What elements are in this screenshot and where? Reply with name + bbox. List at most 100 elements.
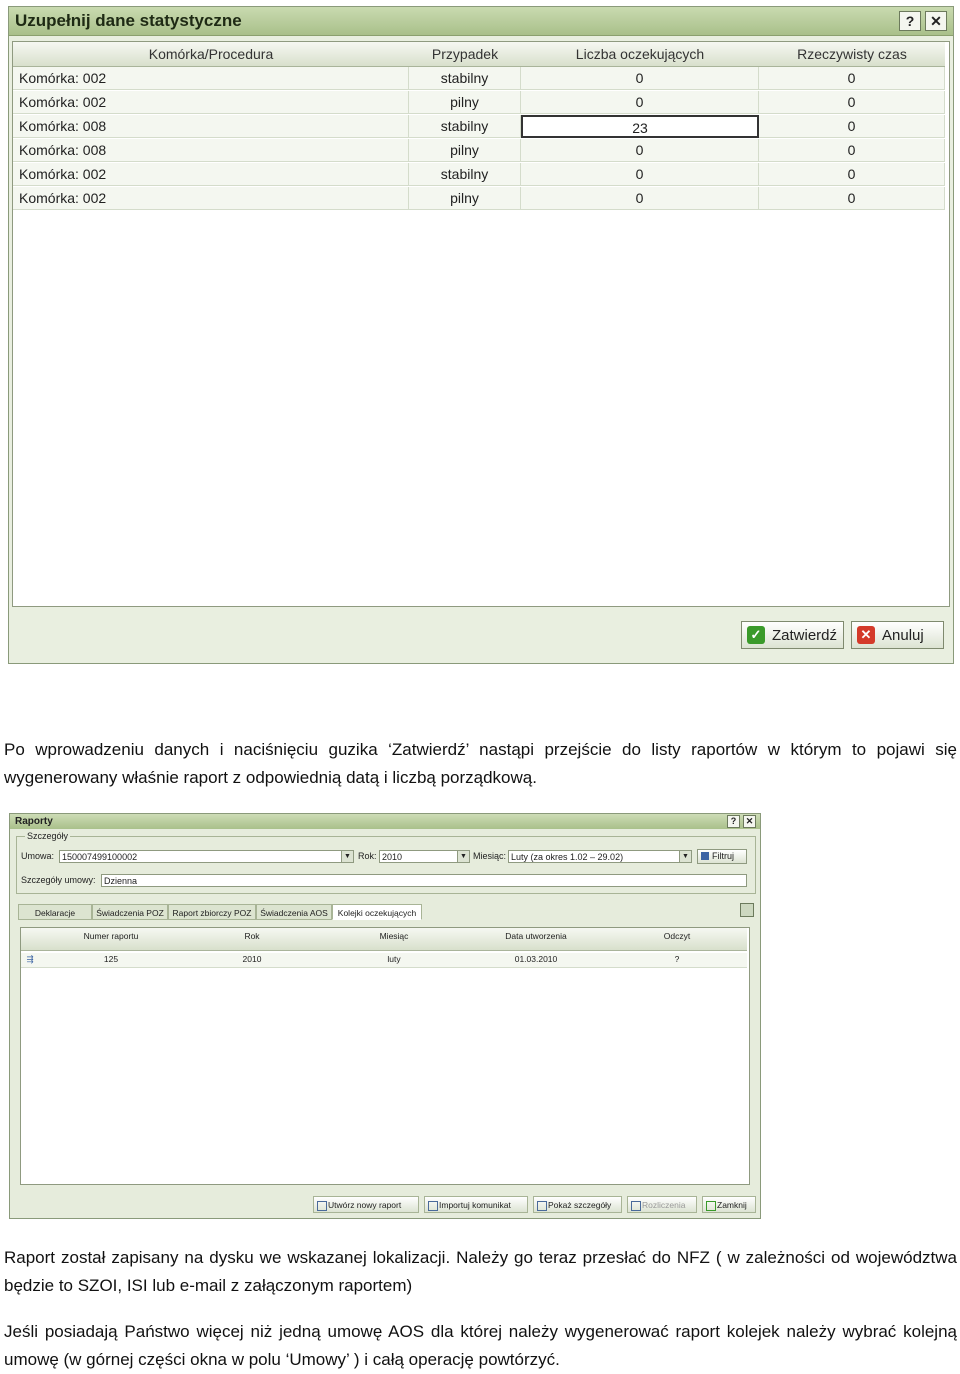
column-header-read[interactable]: Odczyt [607, 931, 747, 941]
close-button[interactable]: ✕ [925, 11, 947, 31]
close-button[interactable]: ✕ [743, 815, 756, 828]
window-titlebar: Raporty ? ✕ [10, 814, 760, 829]
details-fieldset: Szczegóły Umowa: 150007499100002 ▼ Rok: … [16, 831, 756, 894]
show-details-label: Pokaż szczegóły [548, 1200, 612, 1210]
filter-label: Filtruj [712, 851, 734, 861]
cell-procedure: Komórka: 002 [13, 91, 409, 114]
checkmark-icon: ✓ [747, 626, 765, 644]
tab-poz-services[interactable]: Świadczenia POZ [92, 904, 168, 920]
cell-waiting-editing[interactable]: 23 [521, 115, 759, 138]
cell-real-time[interactable]: 0 [759, 163, 945, 186]
cell-procedure: Komórka: 008 [13, 115, 409, 138]
paragraph-multiple-contracts: Jeśli posiadają Państwo więcej niż jedną… [4, 1322, 957, 1369]
tab-waiting-queues[interactable]: Kolejki oczekujących [332, 904, 422, 920]
new-report-button[interactable]: Utwórz nowy raport [313, 1196, 419, 1213]
cell-year: 2010 [242, 954, 262, 964]
statistics-grid: Komórka/Procedura Przypadek Liczba oczek… [12, 41, 950, 607]
cell-report-number: 125 [103, 954, 119, 964]
column-header-waiting[interactable]: Liczba oczekujących [521, 46, 759, 62]
cell-procedure: Komórka: 008 [13, 139, 409, 162]
cell-case: stabilny [409, 115, 521, 138]
cell-real-time[interactable]: 0 [759, 115, 945, 138]
cell-case: pilny [409, 91, 521, 114]
column-header-year[interactable]: Rok [181, 931, 323, 941]
filter-button[interactable]: Filtruj [697, 849, 747, 864]
column-header-cell-procedure[interactable]: Komórka/Procedura [13, 46, 409, 62]
filter-icon [701, 852, 709, 860]
reports-window: Raporty ? ✕ Szczegóły Umowa: 15000749910… [9, 813, 761, 1219]
fill-statistics-window: Uzupełnij dane statystyczne ? ✕ Komórka/… [8, 6, 954, 664]
table-row[interactable]: Komórka: 008 pilny 0 0 [13, 139, 945, 163]
cancel-label: Anuluj [882, 627, 924, 644]
confirm-button[interactable]: ✓ Zatwierdź [741, 621, 844, 649]
cell-waiting[interactable]: 0 [521, 163, 759, 186]
close-window-label: Zamknij [717, 1200, 747, 1210]
table-row[interactable]: Komórka: 008 stabilny 23 0 [13, 115, 945, 139]
window-titlebar: Uzupełnij dane statystyczne ? ✕ [9, 7, 953, 36]
cell-waiting[interactable]: 0 [521, 67, 759, 90]
chevron-down-icon[interactable]: ▼ [341, 851, 353, 862]
cell-read: ? [674, 954, 680, 964]
settlements-button[interactable]: Rozliczenia [627, 1196, 697, 1213]
cell-procedure: Komórka: 002 [13, 163, 409, 186]
table-row[interactable]: Komórka: 002 stabilny 0 0 [13, 163, 945, 187]
cell-real-time[interactable]: 0 [759, 91, 945, 114]
window-title: Raporty [15, 816, 53, 827]
cell-waiting[interactable]: 0 [521, 139, 759, 162]
cell-real-time[interactable]: 0 [759, 139, 945, 162]
cell-waiting[interactable]: 0 [521, 91, 759, 114]
cell-real-time[interactable]: 0 [759, 187, 945, 210]
row-marker-icon: ⇶ [26, 954, 34, 964]
column-header-report-number[interactable]: Numer raportu [41, 931, 181, 941]
cell-real-time[interactable]: 0 [759, 67, 945, 90]
import-message-button[interactable]: Importuj komunikat [424, 1196, 528, 1213]
contract-value: 150007499100002 [62, 852, 138, 862]
column-header-case[interactable]: Przypadek [409, 46, 521, 62]
import-message-label: Importuj komunikat [439, 1200, 511, 1210]
cell-procedure: Komórka: 002 [13, 187, 409, 210]
close-window-button[interactable]: Zamknij [702, 1196, 756, 1213]
cancel-button[interactable]: ✕ Anuluj [851, 621, 944, 649]
refresh-icon[interactable] [740, 903, 754, 917]
grid-header: Komórka/Procedura Przypadek Liczba oczek… [13, 42, 945, 67]
table-row[interactable]: ⇶ 125 2010 luty 01.03.2010 ? [21, 953, 747, 968]
cell-case: stabilny [409, 163, 521, 186]
show-details-button[interactable]: Pokaż szczegóły [533, 1196, 622, 1213]
paragraph-after-confirm: Po wprowadzeniu danych i naciśnięciu guz… [4, 740, 957, 787]
year-label: Rok: [358, 851, 377, 861]
window-title: Uzupełnij dane statystyczne [15, 11, 242, 30]
details-legend: Szczegóły [25, 831, 71, 841]
column-header-created[interactable]: Data utworzenia [465, 931, 607, 941]
contract-details-label: Szczegóły umowy: [21, 875, 96, 885]
chevron-down-icon[interactable]: ▼ [679, 851, 691, 862]
tab-declarations[interactable]: Deklaracje [18, 904, 92, 920]
contract-select[interactable]: 150007499100002 ▼ [59, 850, 354, 863]
year-select[interactable]: 2010 ▼ [379, 850, 470, 863]
cross-icon: ✕ [857, 626, 875, 644]
contract-details-field[interactable]: Dzienna [101, 874, 747, 887]
help-button[interactable]: ? [727, 815, 740, 828]
confirm-label: Zatwierdź [772, 627, 838, 644]
table-row[interactable]: Komórka: 002 pilny 0 0 [13, 187, 945, 211]
cell-procedure: Komórka: 002 [13, 67, 409, 90]
cell-case: stabilny [409, 67, 521, 90]
paragraph-report-saved: Raport został zapisany na dysku we wskaz… [4, 1248, 957, 1295]
cell-waiting[interactable]: 0 [521, 187, 759, 210]
chevron-down-icon[interactable]: ▼ [457, 851, 469, 862]
help-button[interactable]: ? [899, 11, 921, 31]
cell-case: pilny [409, 187, 521, 210]
cell-case: pilny [409, 139, 521, 162]
reports-grid: Numer raportu Rok Miesiąc Data utworzeni… [20, 927, 750, 1185]
tab-aos-services[interactable]: Świadczenia AOS [256, 904, 332, 920]
year-value: 2010 [382, 852, 403, 862]
table-row[interactable]: Komórka: 002 pilny 0 0 [13, 91, 945, 115]
tab-poz-summary[interactable]: Raport zbiorczy POZ [168, 904, 256, 920]
column-header-month[interactable]: Miesiąc [323, 931, 465, 941]
plus-icon [428, 1201, 438, 1211]
new-report-label: Utwórz nowy raport [328, 1200, 402, 1210]
table-row[interactable]: Komórka: 002 stabilny 0 0 [13, 67, 945, 91]
close-icon [706, 1201, 716, 1211]
column-header-real-time[interactable]: Rzeczywisty czas [759, 46, 945, 62]
month-select[interactable]: Luty (za okres 1.02 – 29.02) ▼ [508, 850, 692, 863]
contract-label: Umowa: [21, 851, 55, 861]
